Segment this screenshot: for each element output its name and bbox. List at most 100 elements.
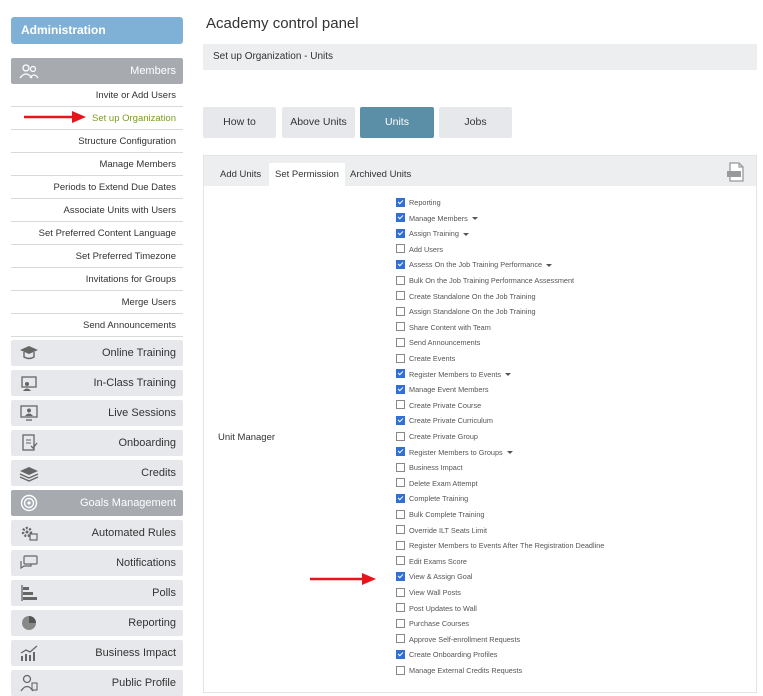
sidebar-item-invitations-groups[interactable]: Invitations for Groups	[11, 268, 183, 291]
sidebar-item-periods-extend[interactable]: Periods to Extend Due Dates	[11, 176, 183, 199]
document-export-icon[interactable]	[726, 162, 746, 182]
permission-row: Create Private Group	[396, 430, 478, 444]
permission-row: Create Events	[396, 352, 455, 366]
sidebar-item-manage-members[interactable]: Manage Members	[11, 153, 183, 176]
permission-row: Purchase Courses	[396, 617, 469, 631]
permission-label: View Wall Posts	[409, 588, 461, 597]
permission-checkbox[interactable]	[396, 571, 405, 581]
tab-how-to[interactable]: How to	[203, 107, 276, 138]
sidebar-category-goals-management[interactable]: Goals Management	[11, 490, 183, 516]
sidebar-category-in-class-training[interactable]: In-Class Training	[11, 370, 183, 396]
tab-above-units[interactable]: Above Units	[282, 107, 355, 138]
permission-label: Assess On the Job Training Performance	[409, 260, 543, 270]
gear-calendar-icon	[21, 526, 38, 541]
tab-jobs[interactable]: Jobs	[439, 107, 512, 138]
permission-checkbox[interactable]	[396, 353, 405, 363]
permission-checkbox[interactable]	[396, 322, 405, 332]
permission-label: Assign Training	[409, 229, 459, 239]
sidebar-category-label: Online Training	[102, 347, 176, 359]
tab-units[interactable]: Units	[360, 107, 434, 138]
sidebar-item-invite-users[interactable]: Invite or Add Users	[11, 84, 183, 107]
permission-checkbox[interactable]	[396, 509, 405, 519]
sidebar-category-label: Automated Rules	[91, 527, 176, 539]
permission-checkbox[interactable]	[396, 587, 405, 597]
permission-checkbox[interactable]	[396, 275, 405, 285]
permission-checkbox[interactable]	[396, 291, 405, 301]
permission-checkbox[interactable]	[396, 665, 405, 675]
panel-tab-add-units[interactable]: Add Units	[214, 163, 267, 186]
panel-tab-archived-units[interactable]: Archived Units	[344, 163, 417, 186]
permission-row: Register Members to Events After The Reg…	[396, 539, 604, 553]
sidebar-category-automated-rules[interactable]: Automated Rules	[11, 520, 183, 546]
permission-checkbox[interactable]	[396, 447, 405, 457]
chat-bubbles-icon	[20, 555, 38, 570]
permission-row: View Wall Posts	[396, 586, 461, 600]
permission-checkbox[interactable]	[396, 462, 405, 472]
sidebar-category-members[interactable]: Members	[11, 58, 183, 84]
sidebar-item-timezone[interactable]: Set Preferred Timezone	[11, 245, 183, 268]
sidebar-category-online-training[interactable]: Online Training	[11, 340, 183, 366]
sidebar-category-notifications[interactable]: Notifications	[11, 550, 183, 576]
bar-list-icon	[21, 585, 37, 601]
sidebar-category-polls[interactable]: Polls	[11, 580, 183, 606]
panel-tab-set-permission[interactable]: Set Permission	[269, 163, 345, 186]
permission-checkbox[interactable]	[396, 415, 405, 425]
sidebar-item-content-language[interactable]: Set Preferred Content Language	[11, 222, 183, 245]
sidebar-category-label: Reporting	[128, 617, 176, 629]
permission-label: Create Standalone On the Job Training	[409, 291, 536, 301]
permission-checkbox[interactable]	[396, 493, 405, 503]
permission-checkbox[interactable]	[396, 384, 405, 394]
permission-row: Register Members to Groups	[396, 446, 513, 460]
permission-label: Create Events	[409, 354, 456, 363]
sidebar-item-structure-configuration[interactable]: Structure Configuration	[11, 130, 183, 153]
permission-checkbox[interactable]	[396, 649, 405, 659]
permission-checkbox[interactable]	[396, 259, 405, 269]
sidebar-category-label: Live Sessions	[108, 407, 176, 419]
permission-row: View & Assign Goal	[396, 570, 473, 584]
permission-checkbox[interactable]	[396, 306, 405, 316]
permission-row: Register Members to Events	[396, 368, 512, 382]
permission-checkbox[interactable]	[396, 603, 405, 613]
permission-label: Share Content with Team	[409, 322, 491, 332]
permission-checkbox[interactable]	[396, 337, 405, 347]
permission-label: Bulk On the Job Training Performance Ass…	[409, 276, 575, 285]
sidebar-category-public-profile[interactable]: Public Profile	[11, 670, 183, 696]
permission-checkbox[interactable]	[396, 556, 405, 566]
administration-header[interactable]: Administration	[11, 17, 183, 44]
sidebar-category-reporting[interactable]: Reporting	[11, 610, 183, 636]
permission-checkbox[interactable]	[396, 618, 405, 628]
permission-row: Reporting	[396, 196, 441, 210]
permission-row: Approve Self-enrollment Requests	[396, 633, 520, 647]
sidebar-category-live-sessions[interactable]: Live Sessions	[11, 400, 183, 426]
permission-row: Create Private Course	[396, 399, 481, 413]
permission-checkbox[interactable]	[396, 478, 405, 488]
sidebar-category-onboarding[interactable]: Onboarding	[11, 430, 183, 456]
chevron-down-icon[interactable]	[506, 451, 513, 455]
sidebar-category-credits[interactable]: Credits	[11, 460, 183, 486]
permission-checkbox[interactable]	[396, 213, 405, 223]
permission-checkbox[interactable]	[396, 197, 405, 207]
chevron-down-icon[interactable]	[462, 232, 469, 236]
chevron-down-icon[interactable]	[505, 373, 512, 377]
chevron-down-icon[interactable]	[471, 217, 478, 221]
sidebar-item-send-announcements[interactable]: Send Announcements	[11, 314, 183, 337]
permission-row: Share Content with Team	[396, 321, 491, 335]
target-icon	[20, 494, 38, 512]
permission-checkbox[interactable]	[396, 525, 405, 535]
permission-checkbox[interactable]	[396, 400, 405, 410]
sidebar: Administration Members Invite or Add Use…	[0, 0, 190, 696]
permission-checkbox[interactable]	[396, 431, 405, 441]
permission-checkbox[interactable]	[396, 244, 405, 254]
permission-label: Purchase Courses	[409, 619, 470, 629]
permission-checkbox[interactable]	[396, 540, 405, 550]
sidebar-item-associate-units[interactable]: Associate Units with Users	[11, 199, 183, 222]
permission-label: Assign Standalone On the Job Training	[409, 307, 536, 317]
permission-row: Assign Training	[396, 227, 469, 241]
chevron-down-icon[interactable]	[546, 263, 553, 267]
permission-label: View & Assign Goal	[409, 572, 473, 582]
permission-checkbox[interactable]	[396, 634, 405, 644]
permission-checkbox[interactable]	[396, 228, 405, 238]
sidebar-item-merge-users[interactable]: Merge Users	[11, 291, 183, 314]
sidebar-category-business-impact[interactable]: Business Impact	[11, 640, 183, 666]
permission-checkbox[interactable]	[396, 369, 405, 379]
